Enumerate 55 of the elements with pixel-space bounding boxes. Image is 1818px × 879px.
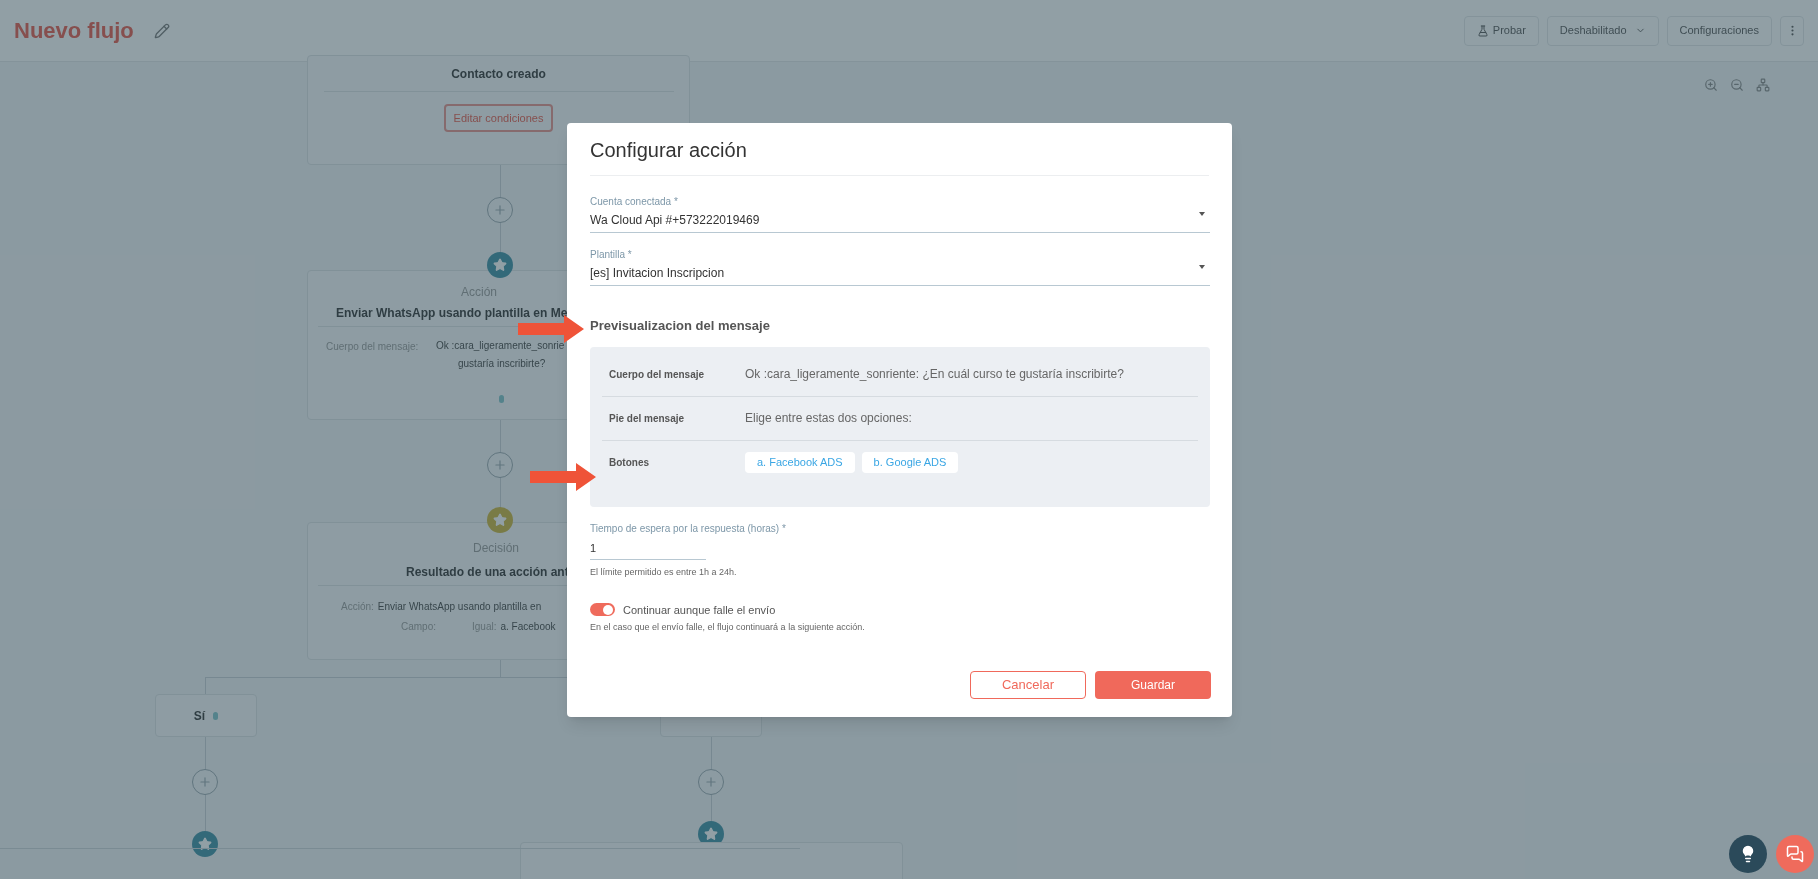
arrow-icon [530,463,596,491]
hierarchy-icon[interactable] [1756,78,1770,92]
field-label: Plantilla * [590,248,632,262]
field-value: Wa Cloud Api #+573222019469 [590,212,760,229]
field-label: Cuenta conectada * [590,195,678,209]
flask-icon [1476,24,1489,37]
select-field[interactable]: Cuenta conectada * Wa Cloud Api #+573222019469 [590,194,1210,233]
flow-title: Nuevo flujo [14,17,134,45]
add-step-button[interactable] [698,769,724,795]
preview-label: Botones [608,456,650,470]
toggle-switch[interactable] [590,603,615,617]
field-value: [es] Invitacion Inscripcion [590,265,725,282]
condition-value: a. Facebook [500,620,556,634]
reply-button-preview: a. Facebook ADS [745,452,855,473]
plus-icon [198,775,212,789]
test-button[interactable]: Probar [1463,15,1539,46]
preview-value: Elige entre estas dos opciones: [745,410,912,427]
field-value: Ok :cara_ligeramente_sonrie [436,339,565,353]
zoom-in-icon[interactable] [1704,78,1718,92]
add-step-button[interactable] [487,197,513,223]
field-label: Tiempo de espera por la respuesta (horas) * [590,521,787,536]
trigger-title: Contacto creado [451,66,546,83]
condition-value: Enviar WhatsApp usando plantilla en [377,600,542,614]
add-step-button[interactable] [192,769,218,795]
cancel-button[interactable]: Cancelar [970,671,1086,699]
save-button[interactable]: Guardar [1095,671,1211,699]
preview-label: Pie del mensaje [608,411,686,426]
plus-icon [493,203,507,217]
toggle-label: Continuar aunque falle el envío [623,602,776,618]
more-menu-button[interactable] [1780,15,1804,46]
settings-button[interactable]: Configuraciones [1666,15,1772,46]
add-step-button[interactable] [487,452,513,478]
chat-icon [1786,845,1804,863]
status-dropdown[interactable]: Deshabilitado [1546,15,1659,46]
hours-input[interactable]: 1 [590,539,706,560]
plus-icon [493,458,507,472]
chat-button[interactable] [1776,835,1814,873]
caret-icon [1199,212,1205,216]
section-heading: Previsualizacion del mensaje [590,317,771,335]
action-title: Enviar WhatsApp usando plantilla en Me [336,305,568,322]
select-field[interactable]: Plantilla * [es] Invitacion Inscripcion [590,247,1210,286]
caret-icon [1199,265,1205,269]
helper-text: En el caso que el envío falle, el flujo continuará a la siguiente acción. [590,621,866,634]
zoom-out-icon[interactable] [1730,78,1744,92]
edit-conditions-button[interactable]: Editar condiciones [443,104,554,132]
preview-label: Cuerpo del mensaje [608,367,706,382]
field-value: gustaría inscribirte? [458,357,546,371]
plus-icon [704,775,718,789]
edit-icon[interactable] [153,22,170,39]
branch-label: Sí [193,707,206,725]
preview-value: Ok :cara_ligeramente_sonriente: ¿En cuál curso te gustaría inscribirte? [745,366,1124,383]
help-button[interactable] [1729,835,1767,873]
helper-text: El límite permitido es entre 1h a 24h. [590,566,738,579]
dialog-title: Configurar acción [590,139,747,161]
reply-button-preview: b. Google ADS [861,452,959,473]
